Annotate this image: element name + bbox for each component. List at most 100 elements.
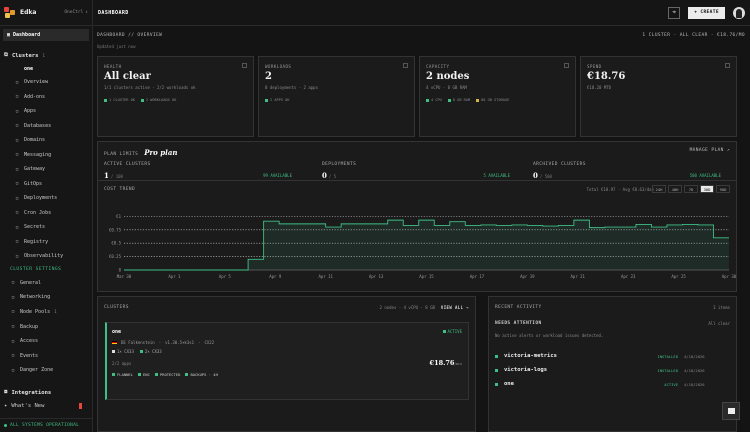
edka-logo [4, 6, 16, 19]
nav-messaging[interactable]: ▫ Messaging [0, 148, 92, 163]
gateway-icon: ▫ [15, 165, 19, 173]
limit-max: / 5 [328, 174, 337, 179]
deploy-icon: ▫ [15, 194, 19, 202]
x-tick-label: Apr 17 [470, 274, 485, 279]
nav-cron-jobs[interactable]: ▫ Cron Jobs [0, 206, 92, 221]
stat-tag-text: 8 GB RAM [452, 98, 471, 102]
limit-used: 0 [533, 171, 538, 180]
stat-sub: 0 deployments · 2 apps [265, 85, 318, 90]
nav-gateway[interactable]: ▫ Gateway [0, 162, 92, 177]
stat-card-health[interactable]: HEALTH All clear 1/1 clusters active · 2… [97, 56, 254, 137]
grid-icon: ▦ [7, 32, 11, 38]
limit-archived-clusters: ARCHIVED CLUSTERS 0/ 500 500 AVAILABLE [533, 162, 733, 180]
stat-value: 2 [265, 71, 272, 82]
x-tick-label: Apr 30 [722, 274, 737, 279]
cluster-features: FLANNEL ENC PROTECTED BACKUPS · 4H [112, 372, 218, 377]
create-button[interactable]: + CREATE [688, 6, 725, 19]
nav-settings-networking[interactable]: ▫ Networking [0, 290, 92, 305]
nav-deployments[interactable]: ▫ Deployments [0, 191, 92, 206]
nav-apps[interactable]: ▫ Apps [0, 104, 92, 119]
x-tick-label: Mar 30 [117, 274, 132, 279]
stat-tag-text: 2 APPS OK [270, 98, 290, 102]
range-7d[interactable]: 7D [684, 185, 698, 193]
org-switcher[interactable]: OneCtrl ⇕ [64, 10, 88, 15]
cluster-meta: DE Falkenstein · v1.30.5+k3s1 · CX22 [112, 340, 214, 345]
key-icon: ▫ [15, 223, 19, 231]
stat-card-workloads[interactable]: WORKLOADS 2 0 deployments · 2 apps 2 APP… [258, 56, 415, 137]
apps-icon: ▫ [15, 107, 19, 115]
network-icon: ▫ [11, 293, 15, 301]
nav-clusters-label: Clusters [11, 52, 39, 59]
node-tag: 2× CX33 [139, 349, 162, 354]
nav-dashboard[interactable]: ▦ Dashboard [3, 29, 89, 41]
nav-registry[interactable]: ▫ Registry [0, 235, 92, 250]
nav-databases[interactable]: ▫ Databases [0, 119, 92, 134]
nav-item-label: Networking [20, 294, 51, 301]
nav-integrations[interactable]: ⧈ Integrations [0, 385, 92, 400]
nav-settings-danger-zone[interactable]: ▫ Danger Zone [0, 363, 92, 378]
activity-date: 4/18/2026 [684, 353, 705, 359]
germany-flag-icon [112, 340, 117, 345]
nav-clusters[interactable]: ⧉ Clusters 1 [0, 48, 92, 63]
scan-button[interactable]: ⌖ [668, 6, 681, 19]
stat-tag: 80 GB STORAGE [476, 98, 509, 102]
limit-available: 500 AVAILABLE [689, 173, 721, 178]
nav-cluster-one[interactable]: one [0, 63, 92, 75]
activity-item[interactable]: victoria-metrics INSTALLED 4/18/2026 [495, 350, 730, 362]
git-icon: ▫ [15, 180, 19, 188]
nav-integrations-label: Integrations [11, 389, 52, 396]
range-90d[interactable]: 90D [716, 185, 730, 193]
cluster-status-text: ACTIVE [447, 329, 462, 334]
nav-settings-node-pools[interactable]: ▫ Node Pools 1 [0, 305, 92, 320]
stat-card-spend[interactable]: SPEND €18.76 €18.20 MTD [580, 56, 737, 137]
manage-plan-link[interactable]: MANAGE PLAN ↗ [690, 148, 730, 153]
nav-settings-events[interactable]: ▫ Events [0, 348, 92, 363]
nav-item-label: Observability [24, 253, 64, 260]
recent-activity-panel: RECENT ACTIVITY 3 items NEEDS ATTENTION … [488, 296, 737, 432]
sparkle-icon: ✦ [4, 403, 8, 409]
nav-secrets[interactable]: ▫ Secrets [0, 220, 92, 235]
nav-whats-new[interactable]: ✦ What's New [0, 400, 92, 412]
feature-text: PROTECTED [159, 372, 181, 377]
nav-observability[interactable]: ▫ Observability [0, 249, 92, 264]
nav-item-label: Danger Zone [20, 367, 54, 374]
chat-button[interactable] [722, 402, 740, 420]
limit-title: DEPLOYMENTS [322, 162, 357, 167]
view-all-link[interactable]: VIEW ALL → [441, 305, 469, 310]
avatar[interactable] [733, 6, 745, 19]
nav-item-label: Deployments [24, 195, 58, 202]
activity-name: victoria-logs [504, 367, 548, 373]
node-square-icon [112, 350, 115, 353]
status-square-icon [447, 98, 451, 102]
nav-settings-backup[interactable]: ▫ Backup [0, 319, 92, 334]
range-24h[interactable]: 24H [652, 185, 666, 193]
x-tick-label: Apr 23 [621, 274, 636, 279]
activity-item[interactable]: one ACTIVE 4/18/2026 [495, 378, 730, 390]
nav-add-ons[interactable]: ▫ Add-ons [0, 90, 92, 105]
range-48h[interactable]: 48H [668, 185, 682, 193]
x-tick-label: Apr 9 [269, 274, 282, 279]
node-tag: 1× CX33 [112, 349, 134, 354]
nav-overview[interactable]: ▫ Overview [0, 75, 92, 90]
cluster-settings-label: CLUSTER SETTINGS [10, 267, 62, 272]
limit-max: / 100 [110, 174, 123, 179]
nav-domains[interactable]: ▫ Domains [0, 133, 92, 148]
nav-gitops[interactable]: ▫ GitOps [0, 177, 92, 192]
nav-settings-general[interactable]: ▫ General [0, 276, 92, 291]
sidebar: Edka OneCtrl ⇕ ▦ Dashboard ⧉ Clusters 1 … [0, 0, 93, 432]
nav-dashboard-label: Dashboard [13, 32, 41, 38]
system-status: ALL SYSTEMS OPERATIONAL [0, 418, 92, 432]
topbar: DASHBOARD ⌖ + CREATE [93, 0, 750, 26]
activity-item[interactable]: victoria-logs INSTALLED 4/18/2026 [495, 364, 730, 376]
stat-card-capacity[interactable]: CAPACITY 2 nodes 4 vCPU · 8 GB RAM 4 CPU… [419, 56, 576, 137]
stat-value: All clear [104, 71, 151, 82]
needs-attention-label: NEEDS ATTENTION [495, 321, 542, 326]
cost-trend-card: COST TREND Total €18.97 · Avg €0.63/day … [97, 180, 737, 292]
warning-icon: ▫ [11, 366, 15, 374]
cluster-card-one[interactable]: one ACTIVE DE Falkenstein · v1.30.5+k3s1… [105, 322, 469, 400]
range-30d[interactable]: 30D [700, 185, 714, 193]
nav-settings-access[interactable]: ▫ Access [0, 334, 92, 349]
needs-attention-status: All clear [708, 321, 730, 326]
cluster-version: v1.30.5+k3s1 [165, 340, 195, 345]
feature-tag: ENC [138, 372, 150, 377]
